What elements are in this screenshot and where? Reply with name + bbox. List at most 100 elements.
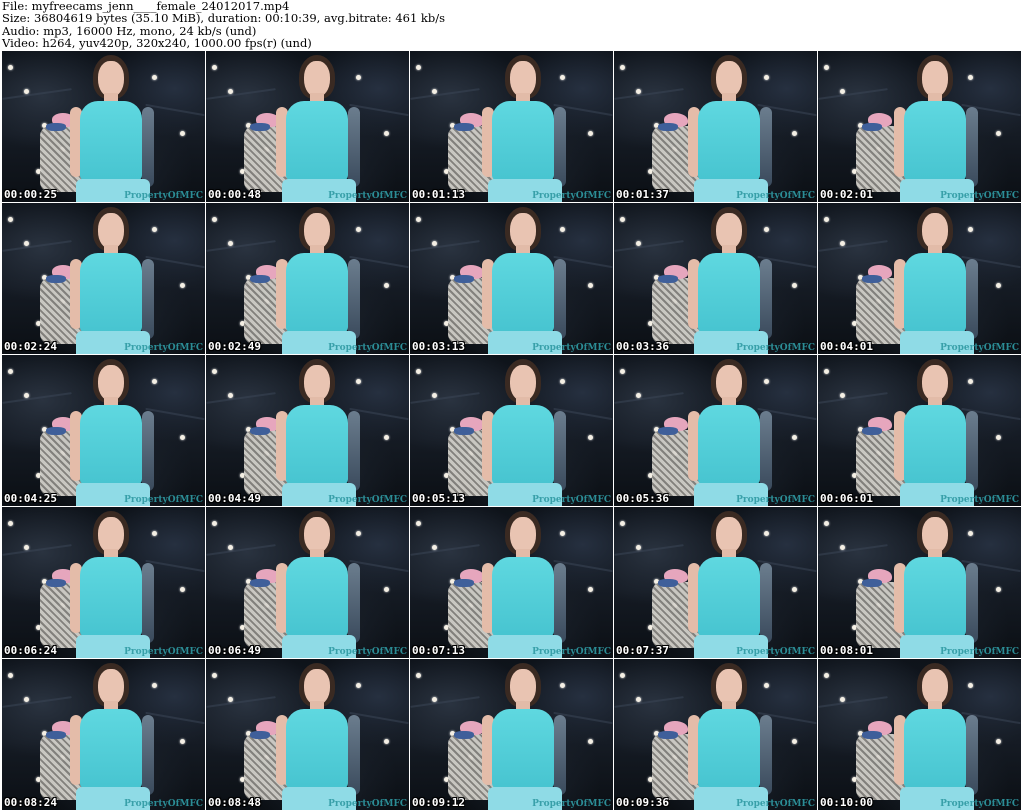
video-thumbnail[interactable]: PropertyOfMFC 00:08:24 xyxy=(2,659,205,810)
person-figure xyxy=(410,659,613,810)
watermark: PropertyOfMFC xyxy=(940,799,1019,809)
person-figure xyxy=(822,51,1021,202)
video-thumbnail[interactable]: PropertyOfMFC 00:00:25 xyxy=(2,51,205,202)
video-thumbnail[interactable]: PropertyOfMFC 00:07:37 xyxy=(614,507,817,658)
watermark: PropertyOfMFC xyxy=(124,647,203,657)
frame-timestamp: 00:06:49 xyxy=(208,644,261,657)
watermark: PropertyOfMFC xyxy=(736,799,815,809)
video-thumbnail[interactable]: PropertyOfMFC 00:07:13 xyxy=(410,507,613,658)
watermark: PropertyOfMFC xyxy=(940,343,1019,353)
frame-timestamp: 00:00:25 xyxy=(4,188,57,201)
watermark: PropertyOfMFC xyxy=(328,495,407,505)
video-thumbnail[interactable]: PropertyOfMFC 00:02:24 xyxy=(2,203,205,354)
file-info-header: File: myfreecams_jenn____female_24012017… xyxy=(2,0,1022,50)
watermark: PropertyOfMFC xyxy=(328,647,407,657)
video-thumbnail[interactable]: PropertyOfMFC 00:03:36 xyxy=(614,203,817,354)
frame-timestamp: 00:01:13 xyxy=(412,188,465,201)
video-thumbnail[interactable]: PropertyOfMFC 00:10:00 xyxy=(818,659,1021,810)
frame-timestamp: 00:05:36 xyxy=(616,492,669,505)
person-figure xyxy=(410,51,613,202)
person-figure xyxy=(2,507,201,658)
frame-timestamp: 00:06:24 xyxy=(4,644,57,657)
person-figure xyxy=(616,355,817,506)
person-figure xyxy=(2,51,201,202)
frame-timestamp: 00:08:24 xyxy=(4,796,57,809)
video-thumbnail[interactable]: PropertyOfMFC 00:06:49 xyxy=(206,507,409,658)
video-thumbnail[interactable]: PropertyOfMFC 00:04:49 xyxy=(206,355,409,506)
watermark: PropertyOfMFC xyxy=(736,191,815,201)
person-figure xyxy=(616,203,817,354)
video-thumbnail[interactable]: PropertyOfMFC 00:05:36 xyxy=(614,355,817,506)
person-figure xyxy=(616,659,817,810)
watermark: PropertyOfMFC xyxy=(532,799,611,809)
person-figure xyxy=(410,507,613,658)
frame-timestamp: 00:00:48 xyxy=(208,188,261,201)
frame-timestamp: 00:07:13 xyxy=(412,644,465,657)
frame-timestamp: 00:02:24 xyxy=(4,340,57,353)
frame-timestamp: 00:09:36 xyxy=(616,796,669,809)
video-thumbnail[interactable]: PropertyOfMFC 00:01:13 xyxy=(410,51,613,202)
frame-timestamp: 00:06:01 xyxy=(820,492,873,505)
person-figure xyxy=(2,659,201,810)
person-figure xyxy=(822,507,1021,658)
watermark: PropertyOfMFC xyxy=(328,799,407,809)
frame-timestamp: 00:10:00 xyxy=(820,796,873,809)
frame-timestamp: 00:07:37 xyxy=(616,644,669,657)
watermark: PropertyOfMFC xyxy=(328,343,407,353)
video-info-line: Video: h264, yuv420p, 320x240, 1000.00 f… xyxy=(2,35,312,50)
watermark: PropertyOfMFC xyxy=(328,191,407,201)
video-thumbnail[interactable]: PropertyOfMFC 00:04:25 xyxy=(2,355,205,506)
frame-timestamp: 00:03:13 xyxy=(412,340,465,353)
frame-timestamp: 00:02:49 xyxy=(208,340,261,353)
video-thumbnail[interactable]: PropertyOfMFC 00:09:36 xyxy=(614,659,817,810)
person-figure xyxy=(616,51,817,202)
video-thumbnail[interactable]: PropertyOfMFC 00:06:01 xyxy=(818,355,1021,506)
frame-timestamp: 00:08:48 xyxy=(208,796,261,809)
watermark: PropertyOfMFC xyxy=(532,343,611,353)
frame-timestamp: 00:09:12 xyxy=(412,796,465,809)
video-thumbnail[interactable]: PropertyOfMFC 00:09:12 xyxy=(410,659,613,810)
video-thumbnail[interactable]: PropertyOfMFC 00:02:49 xyxy=(206,203,409,354)
frame-timestamp: 00:03:36 xyxy=(616,340,669,353)
watermark: PropertyOfMFC xyxy=(532,191,611,201)
video-thumbnail[interactable]: PropertyOfMFC 00:06:24 xyxy=(2,507,205,658)
person-figure xyxy=(206,507,407,658)
frame-timestamp: 00:04:01 xyxy=(820,340,873,353)
video-thumbnail[interactable]: PropertyOfMFC 00:05:13 xyxy=(410,355,613,506)
watermark: PropertyOfMFC xyxy=(124,799,203,809)
video-thumbnail[interactable]: PropertyOfMFC 00:04:01 xyxy=(818,203,1021,354)
watermark: PropertyOfMFC xyxy=(532,495,611,505)
frame-timestamp: 00:01:37 xyxy=(616,188,669,201)
person-figure xyxy=(822,659,1021,810)
watermark: PropertyOfMFC xyxy=(124,191,203,201)
person-figure xyxy=(616,507,817,658)
person-figure xyxy=(822,203,1021,354)
person-figure xyxy=(822,355,1021,506)
watermark: PropertyOfMFC xyxy=(940,495,1019,505)
video-thumbnail[interactable]: PropertyOfMFC 00:02:01 xyxy=(818,51,1021,202)
watermark: PropertyOfMFC xyxy=(736,343,815,353)
frame-timestamp: 00:04:49 xyxy=(208,492,261,505)
frame-timestamp: 00:04:25 xyxy=(4,492,57,505)
watermark: PropertyOfMFC xyxy=(124,495,203,505)
video-thumbnail[interactable]: PropertyOfMFC 00:01:37 xyxy=(614,51,817,202)
person-figure xyxy=(2,355,201,506)
watermark: PropertyOfMFC xyxy=(124,343,203,353)
frame-timestamp: 00:08:01 xyxy=(820,644,873,657)
video-thumbnail[interactable]: PropertyOfMFC 00:00:48 xyxy=(206,51,409,202)
watermark: PropertyOfMFC xyxy=(532,647,611,657)
video-thumbnail[interactable]: PropertyOfMFC 00:08:48 xyxy=(206,659,409,810)
person-figure xyxy=(206,203,407,354)
thumbnail-grid: PropertyOfMFC 00:00:25 PropertyOfMFC 00:00:… xyxy=(2,51,1022,810)
video-thumbnail[interactable]: PropertyOfMFC 00:03:13 xyxy=(410,203,613,354)
person-figure xyxy=(410,355,613,506)
person-figure xyxy=(206,659,407,810)
watermark: PropertyOfMFC xyxy=(940,191,1019,201)
watermark: PropertyOfMFC xyxy=(736,495,815,505)
video-thumbnail[interactable]: PropertyOfMFC 00:08:01 xyxy=(818,507,1021,658)
watermark: PropertyOfMFC xyxy=(736,647,815,657)
person-figure xyxy=(410,203,613,354)
watermark: PropertyOfMFC xyxy=(940,647,1019,657)
frame-timestamp: 00:02:01 xyxy=(820,188,873,201)
file-size-line: Size: 36804619 bytes (35.10 MiB), durati… xyxy=(2,11,446,26)
